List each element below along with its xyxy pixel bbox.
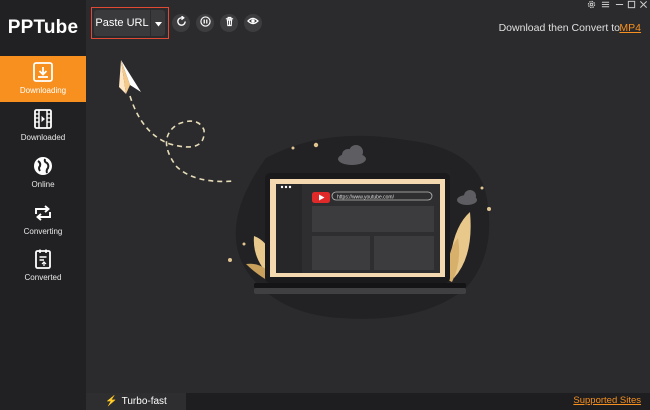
sidebar-item-label: Downloaded [20,133,66,142]
delete-button[interactable] [220,14,238,32]
trash-icon [224,14,235,32]
pause-icon [199,14,211,32]
minimize-button[interactable] [614,0,624,10]
lightning-icon: ⚡ [105,396,118,407]
minimize-icon [615,0,624,14]
paste-url-button[interactable]: Paste URL [94,10,150,36]
preview-button[interactable] [244,14,262,32]
app-logo: PPTube [7,17,79,38]
sidebar-item-label: Converting [23,227,63,236]
settings-button[interactable] [586,0,596,10]
close-button[interactable] [638,0,648,10]
globe-icon [31,154,55,178]
sidebar-item-label: Online [31,180,55,189]
convert-label: Download then Convert to [498,22,620,34]
turbo-fast-button[interactable]: ⚡ Turbo-fast [86,393,186,410]
paper-plane-icon [119,60,141,94]
pause-button[interactable] [196,14,214,32]
main-content: https://www.youtube.com/ [86,56,650,393]
menu-icon [601,0,610,14]
download-icon [31,60,55,84]
menu-button[interactable] [600,0,610,10]
refresh-button[interactable] [172,14,190,32]
converted-file-icon [31,247,55,271]
maximize-icon [627,0,636,14]
eye-icon [247,14,259,32]
convert-format-link[interactable]: MP4 [619,22,641,34]
paste-url-dropdown[interactable] [150,10,165,36]
maximize-button[interactable] [626,0,636,10]
film-icon [31,107,55,131]
refresh-icon [176,14,187,32]
sidebar-item-downloading[interactable]: Downloading [0,56,86,102]
close-icon [639,0,648,14]
sidebar-item-label: Downloading [19,86,67,95]
sidebar-item-online[interactable]: Online [0,150,86,196]
sidebar-item-converting[interactable]: Converting [0,197,86,243]
sidebar: PPTube Downloading Downloaded Online Con… [0,0,86,410]
toolbar: Paste URL Download then Convert to MP4 [86,0,650,56]
sidebar-item-downloaded[interactable]: Downloaded [0,103,86,149]
convert-arrows-icon [31,201,55,225]
caret-down-icon [154,14,162,32]
gear-icon [587,0,596,14]
status-bar: ⚡ Turbo-fast Supported Sites [86,393,650,410]
supported-sites-link[interactable]: Supported Sites [573,395,641,406]
empty-state-illustration: https://www.youtube.com/ [119,60,491,319]
turbo-fast-label: Turbo-fast [121,396,167,407]
sidebar-item-converted[interactable]: Converted [0,243,86,289]
url-bar-text: https://www.youtube.com/ [337,195,395,201]
sidebar-item-label: Converted [24,273,62,282]
